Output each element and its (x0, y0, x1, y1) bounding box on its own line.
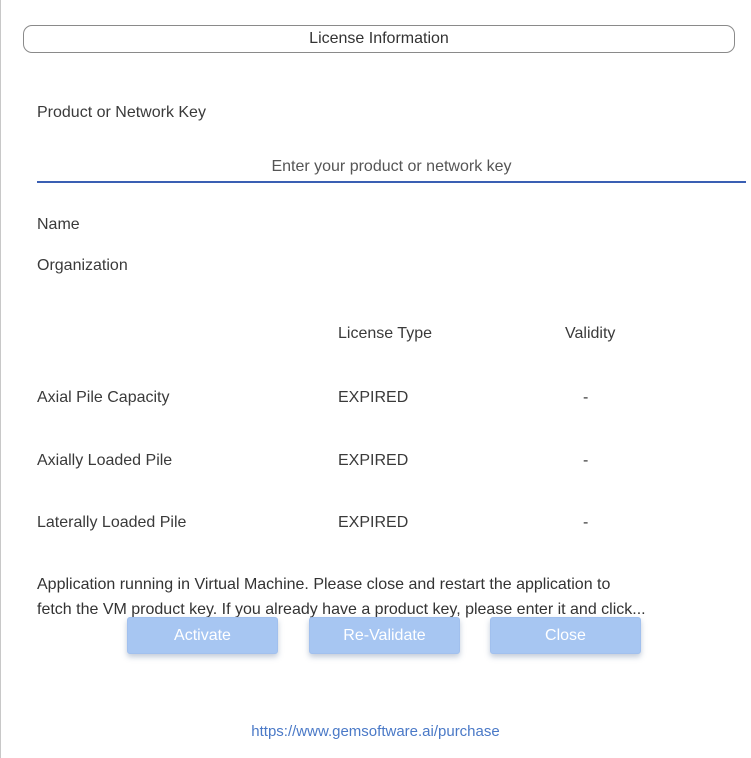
product-key-label: Product or Network Key (37, 104, 206, 121)
license-type-header: License Type (338, 325, 432, 342)
license-dialog: License Information Product or Network K… (0, 0, 751, 758)
validity-value: - (583, 452, 589, 469)
license-type-value: EXPIRED (338, 514, 409, 531)
purchase-link[interactable]: https://www.gemsoftware.ai/purchase (0, 723, 751, 740)
product-name: Axial Pile Capacity (37, 389, 170, 406)
validity-value: - (583, 389, 589, 406)
validity-header: Validity (565, 325, 616, 342)
product-name: Laterally Loaded Pile (37, 514, 187, 531)
close-button[interactable]: Close (490, 617, 641, 654)
vm-notice: Application running in Virtual Machine. … (37, 572, 737, 622)
dialog-title: License Information (23, 25, 735, 53)
notice-line: Application running in Virtual Machine. … (37, 576, 611, 593)
organization-label: Organization (37, 257, 128, 274)
revalidate-button[interactable]: Re-Validate (309, 617, 460, 654)
product-key-input[interactable] (37, 153, 746, 183)
activate-button[interactable]: Activate (127, 617, 278, 654)
license-type-value: EXPIRED (338, 389, 409, 406)
license-type-value: EXPIRED (338, 452, 409, 469)
validity-value: - (583, 514, 589, 531)
window-border (0, 0, 1, 758)
name-label: Name (37, 216, 80, 233)
product-name: Axially Loaded Pile (37, 452, 173, 469)
